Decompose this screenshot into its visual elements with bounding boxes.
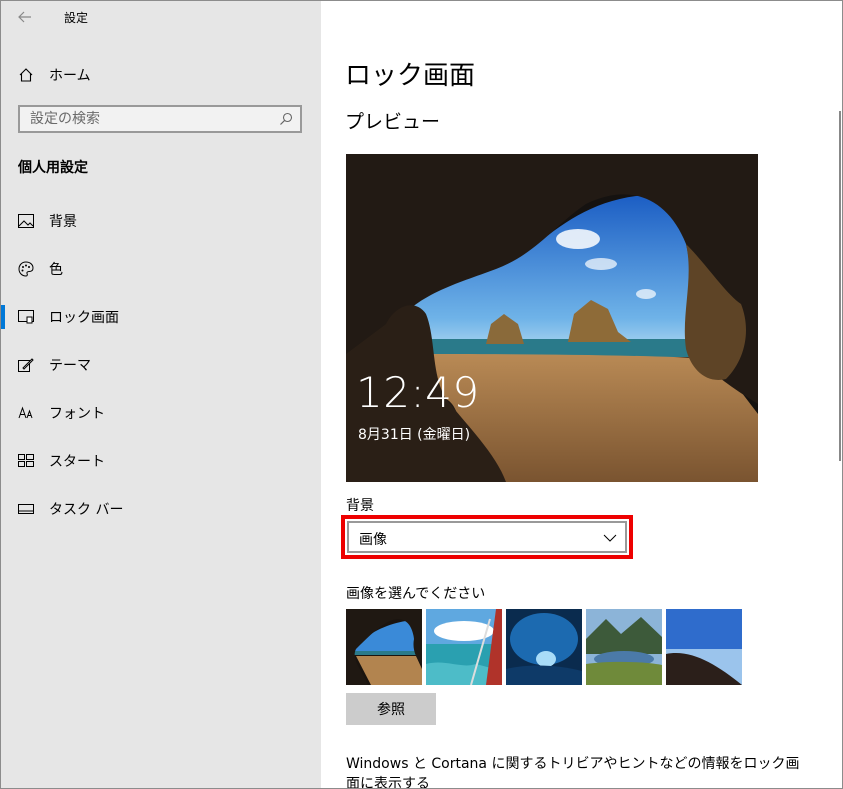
nav-home-label: ホーム (49, 68, 91, 84)
nav-item-color[interactable]: 色 (1, 245, 321, 293)
page-title: ロック画面 (345, 61, 476, 91)
window-controls (641, 1, 842, 33)
nav-home[interactable]: ホーム (1, 59, 321, 91)
lock-screen-icon (18, 309, 34, 325)
search-input[interactable] (20, 107, 290, 131)
nav-item-label: フォント (49, 406, 105, 422)
taskbar-icon (18, 501, 34, 517)
nav-item-label: スタート (49, 454, 105, 470)
home-icon (18, 67, 34, 83)
settings-window: 設定 ホーム 個人用設定 背景 色 (0, 0, 843, 789)
nav-list: 背景 色 ロック画面 テーマ フォント スタート タスク バー (1, 197, 321, 533)
spotlight-tips-toggle-label: Windows と Cortana に関するトリビアやヒントなどの情報をロック画… (346, 756, 800, 789)
sidebar: 設定 ホーム 個人用設定 背景 色 (1, 1, 321, 788)
picture-icon (18, 213, 34, 229)
content-pane: ロック画面 プレビュー 12:49 8月31日 (金曜日) 背景 画像 画像を選… (321, 1, 842, 788)
nav-item-font[interactable]: フォント (1, 389, 321, 437)
browse-button[interactable]: 参照 (346, 693, 436, 725)
thumbnail-lake[interactable] (586, 609, 662, 685)
thumbnail-mountain[interactable] (666, 609, 742, 685)
nav-item-label: 背景 (49, 214, 77, 230)
nav-item-theme[interactable]: テーマ (1, 341, 321, 389)
chevron-down-icon (603, 534, 617, 542)
nav-item-taskbar[interactable]: タスク バー (1, 485, 321, 533)
nav-item-label: ロック画面 (49, 310, 119, 326)
nav-item-label: テーマ (49, 358, 91, 374)
title-bar: 設定 (1, 1, 321, 33)
start-icon (18, 453, 34, 469)
background-dropdown[interactable]: 画像 (347, 521, 627, 553)
clock-time: 12:49 (356, 368, 480, 417)
background-label: 背景 (346, 498, 374, 514)
preview-title: プレビュー (345, 111, 441, 133)
theme-brush-icon (18, 357, 34, 373)
palette-icon (18, 261, 34, 277)
clock-date: 8月31日 (金曜日) (358, 427, 471, 443)
nav-item-start[interactable]: スタート (1, 437, 321, 485)
thumbnail-coast[interactable] (426, 609, 502, 685)
lock-screen-preview: 12:49 8月31日 (金曜日) (346, 154, 758, 482)
search-icon[interactable] (278, 111, 294, 127)
nav-item-lock-screen[interactable]: ロック画面 (1, 293, 321, 341)
scrollbar[interactable] (839, 111, 841, 461)
nav-item-label: タスク バー (49, 502, 124, 518)
thumbnail-row (346, 609, 742, 685)
thumbnail-ice-cave[interactable] (506, 609, 582, 685)
choose-picture-label: 画像を選んでください (346, 586, 486, 602)
search-box[interactable] (18, 105, 302, 133)
section-title: 個人用設定 (18, 160, 88, 176)
font-icon (18, 405, 34, 421)
thumbnail-cave[interactable] (346, 609, 422, 685)
back-button[interactable] (11, 5, 39, 29)
back-arrow-icon (18, 11, 31, 23)
nav-item-background[interactable]: 背景 (1, 197, 321, 245)
app-title: 設定 (64, 11, 89, 25)
nav-item-label: 色 (49, 262, 63, 278)
background-dropdown-value: 画像 (359, 532, 387, 548)
